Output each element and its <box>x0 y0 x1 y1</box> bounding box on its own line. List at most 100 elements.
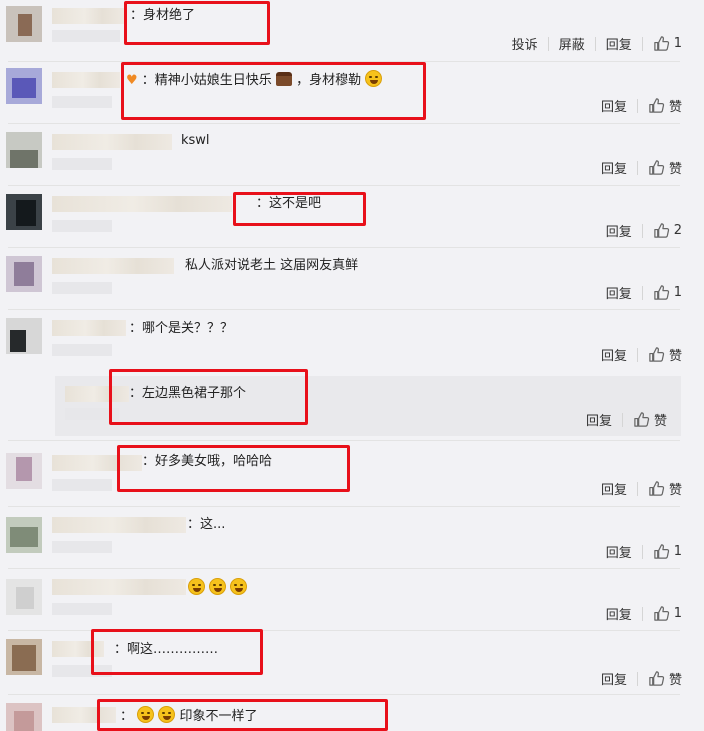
reply-button[interactable]: 回复 <box>601 479 627 498</box>
highlight-box <box>233 192 366 226</box>
reply-button[interactable]: 回复 <box>601 669 627 688</box>
avatar[interactable] <box>6 68 42 104</box>
grinning-emoji-icon <box>209 578 227 595</box>
reply-button[interactable]: 回复 <box>601 158 627 177</box>
like-button[interactable]: 赞 <box>648 479 682 498</box>
like-count: 1 <box>673 36 682 51</box>
reply-button[interactable]: 回复 <box>601 96 627 115</box>
grinning-emoji-icon <box>188 578 205 595</box>
reply-button[interactable]: 回复 <box>606 542 632 561</box>
comment-item: ♥ ：精神小姑娘生日快乐 ，身材穆勒 回复 赞 <box>0 62 704 124</box>
avatar[interactable] <box>6 318 42 354</box>
avatar[interactable] <box>6 703 42 731</box>
thumbs-up-icon <box>653 544 669 559</box>
like-count: 赞 <box>668 349 682 364</box>
avatar[interactable] <box>6 453 42 489</box>
like-count: 赞 <box>668 100 682 115</box>
divider <box>636 481 638 496</box>
like-count: 1 <box>673 544 682 559</box>
user-meta <box>52 541 112 553</box>
username[interactable] <box>52 134 172 150</box>
comment-item: ： 回复 1 <box>0 569 704 631</box>
reply-button[interactable]: 回复 <box>601 345 627 364</box>
thumbs-up-icon <box>649 671 665 686</box>
user-meta <box>52 344 112 356</box>
avatar[interactable] <box>6 194 42 230</box>
comment-item: ：身材绝了 投诉 屏蔽 回复 1 <box>0 0 704 62</box>
highlight-box <box>91 629 263 675</box>
comment-actions: 回复 赞 <box>601 345 682 364</box>
user-meta <box>52 30 120 42</box>
comment-actions: 回复 赞 <box>601 96 682 115</box>
like-button[interactable]: 2 <box>653 222 682 239</box>
comment-item: ： 印象不一样了 <box>0 695 704 731</box>
avatar[interactable] <box>6 132 42 168</box>
comment-actions: 回复 1 <box>606 283 682 302</box>
avatar[interactable] <box>6 256 42 292</box>
like-button[interactable]: 1 <box>653 605 682 622</box>
grinning-emoji-icon <box>230 578 248 595</box>
like-button[interactable]: 赞 <box>648 345 682 364</box>
divider <box>594 36 596 51</box>
like-button[interactable]: 1 <box>653 35 682 52</box>
thumbs-up-icon <box>653 285 669 300</box>
comment-item: ：这... 回复 1 <box>0 507 704 569</box>
divider <box>641 606 643 621</box>
comment-text: 私人派对说老土 这届网友真鲜 <box>185 258 359 273</box>
user-meta <box>52 158 112 170</box>
like-count: 赞 <box>668 673 682 688</box>
divider <box>621 412 623 427</box>
username[interactable] <box>52 196 232 212</box>
comment-actions: 投诉 屏蔽 回复 1 <box>512 34 682 53</box>
report-button[interactable]: 投诉 <box>512 34 538 53</box>
reply-button[interactable]: 回复 <box>606 221 632 240</box>
username[interactable] <box>52 8 124 24</box>
comment-item: ：啊这…………… 回复 赞 <box>0 629 704 695</box>
like-button[interactable]: 赞 <box>648 158 682 177</box>
reply-button[interactable]: 回复 <box>606 34 632 53</box>
user-meta <box>52 220 112 232</box>
comment-actions: 回复 赞 <box>601 158 682 177</box>
thumbs-up-icon <box>653 36 669 51</box>
divider <box>636 160 638 175</box>
thumbs-up-icon <box>649 98 665 113</box>
reply-button[interactable]: 回复 <box>586 410 612 429</box>
thumbs-up-icon <box>634 412 650 427</box>
comment-text: kswl <box>181 133 210 148</box>
thumbs-up-icon <box>653 223 669 238</box>
like-count: 1 <box>673 285 682 300</box>
highlight-box <box>121 62 426 120</box>
username[interactable] <box>52 579 186 595</box>
like-count: 赞 <box>668 483 682 498</box>
divider <box>547 36 549 51</box>
avatar[interactable] <box>6 6 42 42</box>
user-meta <box>52 96 112 108</box>
username[interactable] <box>52 258 174 274</box>
comment-text: ：哪个是关？？？ <box>129 321 234 336</box>
comment-item: kswl 回复 赞 <box>0 124 704 186</box>
reply-button[interactable]: 回复 <box>606 283 632 302</box>
like-button[interactable]: 赞 <box>648 96 682 115</box>
comment-actions: 回复 2 <box>606 221 682 240</box>
like-button[interactable]: 赞 <box>633 410 667 429</box>
thumbs-up-icon <box>653 606 669 621</box>
like-button[interactable]: 1 <box>653 284 682 301</box>
username[interactable] <box>52 72 120 88</box>
like-button[interactable]: 赞 <box>648 669 682 688</box>
comment-actions: 回复 赞 <box>601 669 682 688</box>
avatar[interactable] <box>6 517 42 553</box>
comment-actions: 回复 赞 <box>601 479 682 498</box>
block-button[interactable]: 屏蔽 <box>559 34 585 53</box>
thumbs-up-icon <box>649 160 665 175</box>
comment-actions: 回复 1 <box>606 542 682 561</box>
like-button[interactable]: 1 <box>653 543 682 560</box>
username[interactable] <box>52 517 186 533</box>
highlight-box <box>97 699 388 731</box>
highlight-box <box>117 445 350 492</box>
thumbs-up-icon <box>649 481 665 496</box>
reply-button[interactable]: 回复 <box>606 604 632 623</box>
username[interactable] <box>52 320 126 336</box>
avatar[interactable] <box>6 639 42 675</box>
user-meta <box>52 603 112 615</box>
avatar[interactable] <box>6 579 42 615</box>
